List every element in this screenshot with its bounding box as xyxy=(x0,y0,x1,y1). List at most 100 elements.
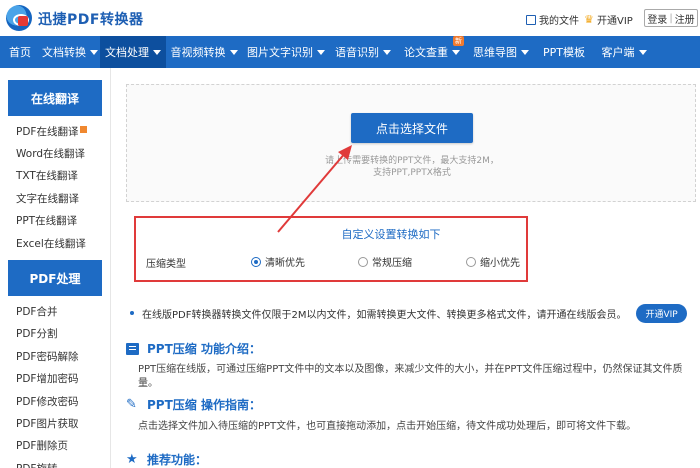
open-vip-link[interactable]: ♛ 开通VIP xyxy=(584,12,633,28)
radio-normal-compress[interactable]: 常规压缩 xyxy=(358,254,412,269)
nav-item-label: 思维导图 xyxy=(473,46,517,59)
nav-item[interactable]: 音视频转换 xyxy=(166,36,242,68)
nav-item[interactable]: 图片文字识别 xyxy=(242,36,330,68)
nav-item[interactable]: 首页 xyxy=(0,36,40,68)
sidebar-item[interactable]: PDF删除页 xyxy=(0,435,110,457)
crown-icon: ♛ xyxy=(584,12,594,26)
chevron-down-icon xyxy=(90,49,98,55)
nav-item-label: 语音识别 xyxy=(335,46,379,59)
upload-hint-line2: 支持PPT,PPTX格式 xyxy=(373,168,451,178)
chevron-down-icon xyxy=(383,49,391,55)
intro-title-text: PPT压缩 功能介绍： xyxy=(147,342,261,356)
sidebar-item-label: PDF在线翻译 xyxy=(16,125,79,138)
intro-title: PPT压缩 功能介绍： xyxy=(126,340,261,357)
sidebar-item[interactable]: PDF在线翻译 xyxy=(0,120,110,142)
upload-dropzone[interactable]: 点击选择文件 请上传需要转换的PPT文件，最大支持2M， 支持PPT,PPTX格… xyxy=(126,84,696,202)
sidebar-item[interactable]: PDF合并 xyxy=(0,300,110,322)
notice-bar: 在线版PDF转换器转换文件仅限于2M以内文件，如需转换更大文件、转换更多格式文件… xyxy=(126,300,696,326)
nav-item-label: 首页 xyxy=(9,46,31,59)
radio-dot-icon xyxy=(466,256,476,267)
choose-file-button[interactable]: 点击选择文件 xyxy=(351,113,473,143)
sidebar-item-label: Word在线翻译 xyxy=(16,148,85,161)
sidebar-item-label: PDF合并 xyxy=(16,306,58,319)
chevron-down-icon xyxy=(521,49,529,55)
recommend-title-text: 推荐功能： xyxy=(147,453,208,467)
sidebar-item-label: PPT在线翻译 xyxy=(16,215,78,228)
nav-item[interactable]: 客户端 xyxy=(594,36,654,68)
nav-item[interactable]: PPT模板 xyxy=(534,36,594,68)
radio-smaller-first[interactable]: 缩小优先 xyxy=(466,254,520,269)
wrench-icon: ✎ xyxy=(126,396,137,412)
login-link[interactable]: 登录 xyxy=(647,11,667,26)
sidebar-item[interactable]: PDF修改密码 xyxy=(0,390,110,412)
nav-item[interactable]: 思维导图 xyxy=(468,36,534,68)
nav-item-label: PPT模板 xyxy=(543,46,585,59)
sidebar-item[interactable]: PDF增加密码 xyxy=(0,368,110,390)
sidebar-item-label: TXT在线翻译 xyxy=(16,170,78,183)
document-icon xyxy=(526,14,536,25)
sidebar-section-pdf: PDF处理 xyxy=(8,260,102,297)
open-vip-button[interactable]: 开通VIP xyxy=(636,303,687,323)
auth-box: 登录 | 注册 xyxy=(644,9,698,27)
chevron-down-icon xyxy=(229,49,238,55)
radio-label: 常规压缩 xyxy=(372,258,412,269)
nav-item[interactable]: 文档处理 xyxy=(100,36,166,68)
sidebar-item[interactable]: PDF分割 xyxy=(0,323,110,345)
sidebar-section-translate: 在线翻译 xyxy=(8,80,102,116)
sidebar-item[interactable]: Word在线翻译 xyxy=(0,142,110,164)
my-files-link[interactable]: 我的文件 xyxy=(526,12,579,27)
guide-text: 点击选择文件加入待压缩的PPT文件，也可直接拖动添加，点击开始压缩，待文件成功处… xyxy=(138,421,637,432)
radio-clarity-first[interactable]: 清晰优先 xyxy=(251,254,305,269)
radio-label: 缩小优先 xyxy=(480,258,520,269)
sidebar-item-label: Excel在线翻译 xyxy=(16,237,86,250)
radio-label: 清晰优先 xyxy=(265,258,305,269)
options-title: 自定义设置转换如下 xyxy=(341,228,441,241)
app-title[interactable]: 迅捷PDF转换器 xyxy=(38,9,143,29)
sidebar-item-label: PDF删除页 xyxy=(16,440,68,453)
star-icon: ★ xyxy=(126,451,138,467)
chevron-down-icon xyxy=(452,49,460,55)
logo-badge xyxy=(18,16,28,26)
sidebar-item-label: 文字在线翻译 xyxy=(16,192,79,205)
nav-item-label: 文档转换 xyxy=(42,46,86,59)
bullet-icon xyxy=(130,311,134,315)
nav-item[interactable]: 语音识别 xyxy=(330,36,396,68)
sidebar-item-label: PDF分割 xyxy=(16,328,58,341)
main-nav: 首页 文档转换 文档处理 音视频转换 图片文字识别 语音识别 论文查重新思维导图 PPT模板 客… xyxy=(0,36,700,68)
nav-item-label: 论文查重 xyxy=(404,46,448,59)
sidebar-item[interactable]: PDF密码解除 xyxy=(0,345,110,367)
my-files-label: 我的文件 xyxy=(539,16,579,27)
sidebar-item[interactable]: 文字在线翻译 xyxy=(0,187,110,209)
open-vip-label: 开通VIP xyxy=(597,16,633,27)
hot-icon xyxy=(80,125,88,133)
sidebar-item[interactable]: PPT在线翻译 xyxy=(0,210,110,232)
sidebar-item-label: PDF旋转 xyxy=(16,461,57,468)
document-icon xyxy=(126,342,139,355)
notice-text: 在线版PDF转换器转换文件仅限于2M以内文件，如需转换更大文件、转换更多格式文件… xyxy=(142,309,627,321)
nav-item-label: 音视频转换 xyxy=(170,46,226,59)
nav-item[interactable]: 文档转换 xyxy=(40,36,100,68)
register-link[interactable]: 注册 xyxy=(675,11,695,26)
chevron-down-icon xyxy=(638,49,647,55)
sidebar-item-label: PDF密码解除 xyxy=(16,350,79,363)
sidebar-item[interactable]: PDF图片获取 xyxy=(0,412,110,434)
auth-separator: | xyxy=(669,12,673,24)
sidebar: 在线翻译 PDF在线翻译 Word在线翻译 TXT在线翻译 文字在线翻译 PPT在线翻译… xyxy=(0,68,111,468)
sidebar-item[interactable]: Excel在线翻译 xyxy=(0,232,110,254)
chevron-down-icon xyxy=(317,49,325,55)
nav-item-label: 客户端 xyxy=(601,46,635,59)
new-badge: 新 xyxy=(453,36,464,46)
sidebar-item-label: PDF修改密码 xyxy=(16,395,79,408)
guide-title-text: PPT压缩 操作指南： xyxy=(147,398,261,412)
nav-item[interactable]: 论文查重新 xyxy=(396,36,468,68)
radio-dot-icon xyxy=(251,256,261,267)
intro-text: PPT压缩在线版，可通过压缩PPT文件中的文本以及图像，来减少文件的大小，并在P… xyxy=(138,364,683,389)
main-content: 点击选择文件 请上传需要转换的PPT文件，最大支持2M， 支持PPT,PPTX格… xyxy=(112,68,700,468)
nav-item-label: 图片文字识别 xyxy=(247,46,313,59)
guide-title: ✎ PPT压缩 操作指南： xyxy=(126,396,261,413)
conversion-options-box: 自定义设置转换如下 压缩类型 清晰优先 常规压缩 缩小优先 xyxy=(134,216,528,282)
sidebar-item-label: PDF增加密码 xyxy=(16,373,79,386)
recommend-title: ★ 推荐功能： xyxy=(126,451,207,468)
sidebar-item[interactable]: TXT在线翻译 xyxy=(0,165,110,187)
sidebar-item[interactable]: PDF旋转 xyxy=(0,457,110,468)
